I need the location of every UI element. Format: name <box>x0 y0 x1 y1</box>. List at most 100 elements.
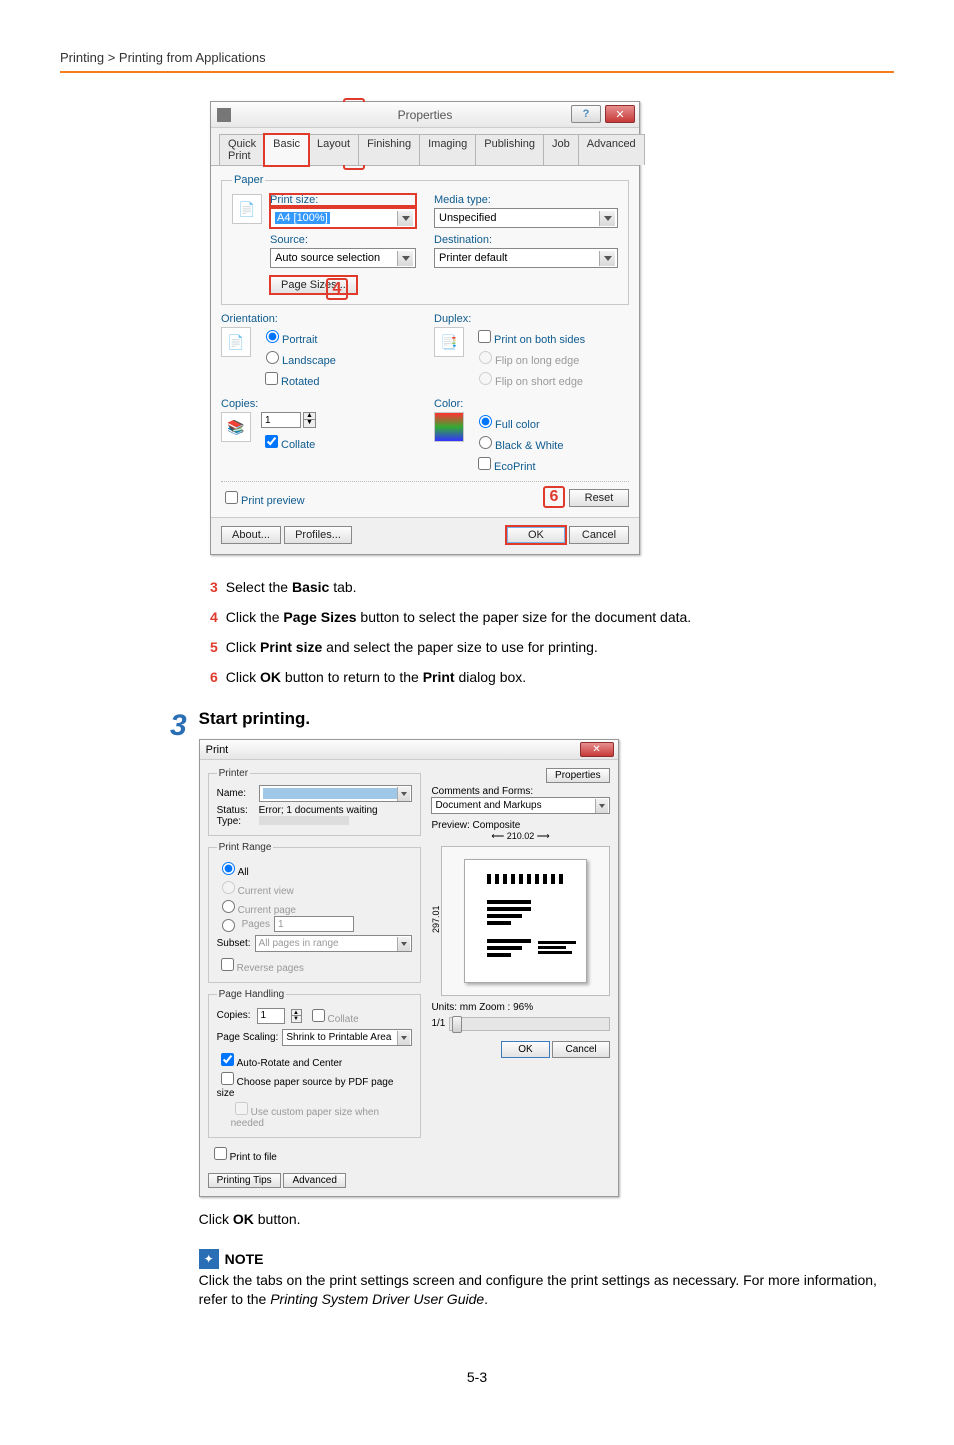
paper-legend: Paper <box>232 174 265 186</box>
print-size-value: A4 [100%] <box>275 212 330 224</box>
orientation-rotated[interactable]: Rotated <box>261 369 336 388</box>
breadcrumb: Printing > Printing from Applications <box>60 50 894 73</box>
tab-finishing[interactable]: Finishing <box>358 134 420 165</box>
tab-publishing[interactable]: Publishing <box>475 134 544 165</box>
destination-select[interactable]: Printer default <box>434 248 618 268</box>
properties-dialog: 3 5 4 Properties ? ✕ Quick Print Basic L… <box>210 101 640 555</box>
orientation-label: Orientation: <box>221 313 416 325</box>
comments-select[interactable]: Document and Markups <box>431 797 609 814</box>
range-current-page[interactable]: Current page <box>217 897 413 916</box>
collate-checkbox[interactable]: Collate <box>308 1006 359 1025</box>
dropdown-arrow-icon[interactable] <box>599 251 615 266</box>
collate-checkbox[interactable]: Collate <box>261 432 316 451</box>
ok-button[interactable]: OK <box>501 1041 549 1058</box>
destination-label: Destination: <box>434 234 618 246</box>
dropdown-arrow-icon[interactable] <box>397 937 410 951</box>
big-step-number: 3 <box>170 709 199 743</box>
help-button[interactable]: ? <box>571 105 601 123</box>
printer-status-value: Error; 1 documents waiting <box>259 805 378 816</box>
source-value: Auto source selection <box>275 252 380 264</box>
cancel-button[interactable]: Cancel <box>569 526 629 544</box>
spinner-down-icon[interactable]: ▼ <box>291 1016 302 1023</box>
tab-layout[interactable]: Layout <box>308 134 359 165</box>
cancel-button[interactable]: Cancel <box>552 1041 609 1058</box>
reverse-pages[interactable]: Reverse pages <box>217 955 413 974</box>
dropdown-arrow-icon[interactable] <box>397 787 410 801</box>
dialog-title: Properties <box>398 108 453 122</box>
page-sizes-button[interactable]: Page Sizes... <box>270 276 357 294</box>
source-select[interactable]: Auto source selection <box>270 248 416 268</box>
printer-type-value <box>259 816 349 825</box>
subset-select[interactable]: All pages in range <box>255 935 413 952</box>
color-bw[interactable]: Black & White <box>474 433 563 452</box>
properties-button[interactable]: Properties <box>546 768 610 783</box>
units-zoom: Units: mm Zoom : 96% <box>431 1002 609 1013</box>
copies-icon: 📚 <box>221 412 251 442</box>
page-number: 5-3 <box>60 1369 894 1385</box>
tab-imaging[interactable]: Imaging <box>419 134 476 165</box>
close-button[interactable]: ✕ <box>605 105 635 123</box>
media-type-label: Media type: <box>434 194 618 206</box>
destination-value: Printer default <box>439 252 507 264</box>
big-step-title: Start printing. <box>199 709 894 729</box>
copies-label: Copies: <box>217 1010 251 1021</box>
media-type-value: Unspecified <box>439 212 496 224</box>
dropdown-arrow-icon[interactable] <box>397 251 413 266</box>
app-icon <box>217 108 231 122</box>
reset-button[interactable]: Reset <box>569 489 629 507</box>
dropdown-arrow-icon[interactable] <box>595 799 608 813</box>
choose-paper-source-checkbox[interactable]: Choose paper source by PDF page size <box>217 1069 413 1099</box>
tab-basic[interactable]: Basic <box>264 134 309 166</box>
spinner-up-icon[interactable]: ▲ <box>291 1009 302 1016</box>
copies-label: Copies: <box>221 398 416 410</box>
note-icon: ✦ <box>199 1249 219 1269</box>
profiles-button[interactable]: Profiles... <box>284 526 352 544</box>
copies-input[interactable]: 1 <box>257 1008 285 1024</box>
print-to-file-checkbox[interactable]: Print to file <box>210 1144 422 1163</box>
range-pages-input[interactable]: 1 <box>274 916 354 932</box>
printing-tips-button[interactable]: Printing Tips <box>208 1173 281 1188</box>
printer-name-label: Name: <box>217 788 255 799</box>
callout-6: 6 <box>543 486 565 508</box>
preview-height: 297.01 <box>431 842 441 996</box>
spinner-down-icon[interactable]: ▼ <box>303 420 316 428</box>
tab-advanced[interactable]: Advanced <box>578 134 645 165</box>
print-preview-checkbox[interactable]: Print preview <box>221 488 305 507</box>
range-pages[interactable]: Pages 1 <box>217 916 413 932</box>
page-handling-legend: Page Handling <box>217 989 287 1000</box>
print-range-legend: Print Range <box>217 842 274 853</box>
color-full[interactable]: Full color <box>474 412 563 431</box>
color-ecoprint[interactable]: EcoPrint <box>474 454 563 473</box>
dropdown-arrow-icon[interactable] <box>599 211 615 226</box>
print-dialog: Print ✕ Printer Name: <box>199 739 619 1197</box>
page-slider[interactable] <box>449 1017 609 1031</box>
page-scaling-label: Page Scaling: <box>217 1032 279 1043</box>
ok-button[interactable]: OK <box>506 526 566 544</box>
auto-rotate-checkbox[interactable]: Auto-Rotate and Center <box>217 1050 413 1069</box>
dropdown-arrow-icon[interactable] <box>397 211 413 226</box>
orientation-portrait[interactable]: Portrait <box>261 327 336 346</box>
duplex-both-sides[interactable]: Print on both sides <box>474 327 585 346</box>
printer-legend: Printer <box>217 768 250 779</box>
print-size-select[interactable]: A4 [100%] <box>270 208 416 228</box>
dropdown-arrow-icon[interactable] <box>397 1031 410 1045</box>
advanced-button[interactable]: Advanced <box>283 1173 345 1188</box>
step-4: 4Click the Page Sizes button to select t… <box>210 609 894 625</box>
close-button[interactable]: ✕ <box>580 742 614 757</box>
duplex-long-edge: Flip on long edge <box>474 348 585 367</box>
page-scaling-select[interactable]: Shrink to Printable Area <box>282 1029 412 1046</box>
about-button[interactable]: About... <box>221 526 281 544</box>
media-type-select[interactable]: Unspecified <box>434 208 618 228</box>
note-body: Click the tabs on the print settings scr… <box>199 1271 894 1309</box>
tab-quick-print[interactable]: Quick Print <box>219 134 265 165</box>
range-all[interactable]: All <box>217 859 413 878</box>
print-dialog-title: Print <box>206 744 229 756</box>
subset-label: Subset: <box>217 938 251 949</box>
print-preview-area <box>441 846 609 996</box>
tab-job[interactable]: Job <box>543 134 579 165</box>
printer-name-select[interactable] <box>259 785 413 802</box>
preview-width: 210.02 <box>507 831 535 841</box>
copies-input[interactable]: 1 <box>261 412 301 428</box>
orientation-landscape[interactable]: Landscape <box>261 348 336 367</box>
comments-label: Comments and Forms: <box>431 786 609 797</box>
